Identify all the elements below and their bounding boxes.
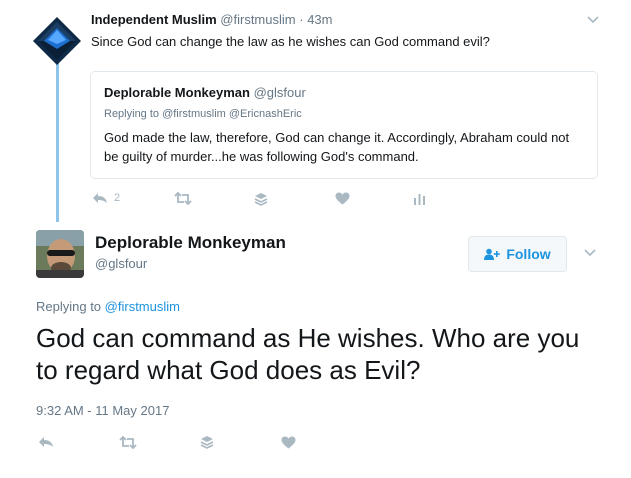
parent-author-handle[interactable]: @firstmuslim [220, 12, 295, 27]
quoted-author: Deplorable Monkeyman @glsfour [104, 85, 306, 100]
diamond-logo-icon [33, 17, 81, 65]
quoted-author-name: Deplorable Monkeyman [104, 85, 250, 100]
like-icon [335, 192, 350, 205]
main-tweet-timestamp[interactable]: 9:32 AM - 11 May 2017 [36, 403, 169, 418]
parent-separator: · [299, 12, 304, 27]
parent-tweet-header: Independent Muslim @firstmuslim · 43m [91, 12, 333, 27]
retweet-icon [174, 192, 192, 205]
follow-button-label: Follow [506, 246, 551, 262]
main-author-handle[interactable]: @glsfour [95, 256, 147, 271]
analytics-icon [414, 194, 425, 205]
main-author-name[interactable]: Deplorable Monkeyman [95, 233, 286, 253]
main-reply-action[interactable] [38, 436, 54, 448]
parent-reply-count: 2 [114, 192, 121, 204]
follow-button[interactable]: Follow [468, 236, 567, 272]
chevron-down-icon[interactable] [586, 15, 600, 25]
main-like-action[interactable] [281, 436, 296, 449]
chevron-down-icon[interactable] [583, 248, 597, 258]
like-icon [281, 436, 296, 449]
follow-person-icon [484, 248, 501, 260]
parent-retweet-action[interactable] [174, 192, 192, 205]
main-stack-action[interactable] [200, 435, 214, 449]
quoted-tweet-card[interactable]: Deplorable Monkeyman @glsfour Replying t… [90, 71, 598, 179]
main-avatar[interactable] [36, 230, 84, 278]
parent-analytics-action[interactable] [413, 192, 426, 205]
reply-icon [39, 437, 53, 447]
parent-timestamp[interactable]: 43m [307, 12, 332, 27]
replying-prefix: Replying to [36, 299, 102, 314]
parent-reply-action[interactable]: 2 [92, 192, 120, 204]
parent-like-action[interactable] [335, 192, 350, 205]
reply-icon [93, 193, 107, 203]
thread-connector [56, 62, 59, 222]
main-tweet-text: God can command as He wishes. Who are yo… [36, 323, 580, 385]
retweet-icon [119, 436, 137, 449]
parent-avatar[interactable] [32, 16, 82, 66]
parent-author-name[interactable]: Independent Muslim [91, 12, 217, 27]
stack-icon [254, 193, 268, 206]
parent-stack-action[interactable] [254, 192, 268, 206]
quoted-tweet-text: God made the law, therefore, God can cha… [104, 130, 570, 164]
parent-tweet-text: Since God can change the law as he wishe… [91, 34, 490, 49]
user-photo [36, 230, 84, 278]
quoted-replying-to: Replying to @firstmuslim @EricnashEric [104, 108, 302, 120]
main-replying-to: Replying to @firstmuslim [36, 299, 180, 314]
quoted-author-handle: @glsfour [253, 85, 306, 100]
replying-user-link[interactable]: @firstmuslim [105, 299, 180, 314]
stack-icon [200, 436, 214, 449]
main-retweet-action[interactable] [119, 436, 137, 449]
